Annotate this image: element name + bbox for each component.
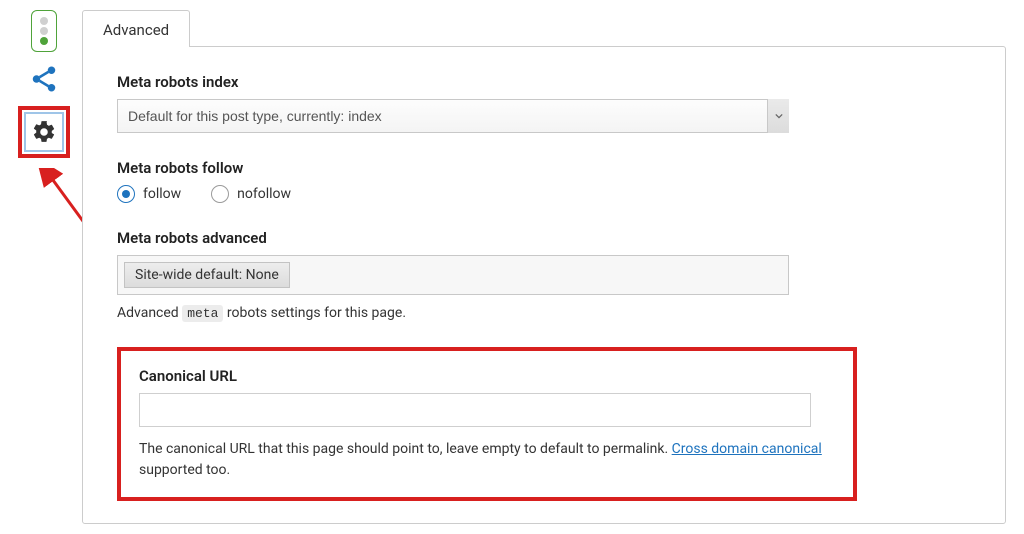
seo-traffic-light-tab[interactable] <box>31 10 57 52</box>
canonical-url-label: Canonical URL <box>139 367 835 385</box>
canonical-url-description: The canonical URL that this page should … <box>139 439 835 481</box>
advanced-panel: Meta robots index Meta robots follow fol… <box>82 46 1006 524</box>
social-tab[interactable] <box>23 58 65 100</box>
chevron-down-icon <box>775 112 783 120</box>
meta-code: meta <box>182 305 223 322</box>
select-dropdown-button[interactable] <box>767 99 789 133</box>
canonical-url-input[interactable] <box>139 393 811 427</box>
gear-icon <box>31 119 57 145</box>
tab-advanced[interactable]: Advanced <box>82 10 190 47</box>
cross-domain-canonical-link[interactable]: Cross domain canonical <box>672 441 822 457</box>
radio-nofollow[interactable]: nofollow <box>211 185 291 203</box>
meta-robots-advanced-option[interactable]: Site-wide default: None <box>124 262 290 288</box>
meta-robots-advanced-select[interactable]: Site-wide default: None <box>117 255 789 295</box>
radio-icon <box>211 185 229 203</box>
meta-robots-follow-label: Meta robots follow <box>117 159 971 177</box>
advanced-tab[interactable] <box>24 112 64 152</box>
advanced-tab-highlight <box>18 106 70 158</box>
radio-follow-label: follow <box>143 186 181 202</box>
meta-robots-index-value[interactable] <box>117 99 789 133</box>
vertical-tab-rail <box>18 10 70 158</box>
radio-follow[interactable]: follow <box>117 185 181 203</box>
radio-nofollow-label: nofollow <box>237 186 291 202</box>
radio-icon <box>117 185 135 203</box>
meta-robots-advanced-label: Meta robots advanced <box>117 229 971 247</box>
meta-robots-index-select[interactable] <box>117 99 789 133</box>
meta-robots-advanced-help: Advanced meta robots settings for this p… <box>117 305 971 321</box>
meta-robots-index-label: Meta robots index <box>117 73 971 91</box>
canonical-url-highlight: Canonical URL The canonical URL that thi… <box>117 347 857 501</box>
meta-robots-follow-radios: follow nofollow <box>117 185 971 203</box>
share-icon <box>29 64 59 94</box>
